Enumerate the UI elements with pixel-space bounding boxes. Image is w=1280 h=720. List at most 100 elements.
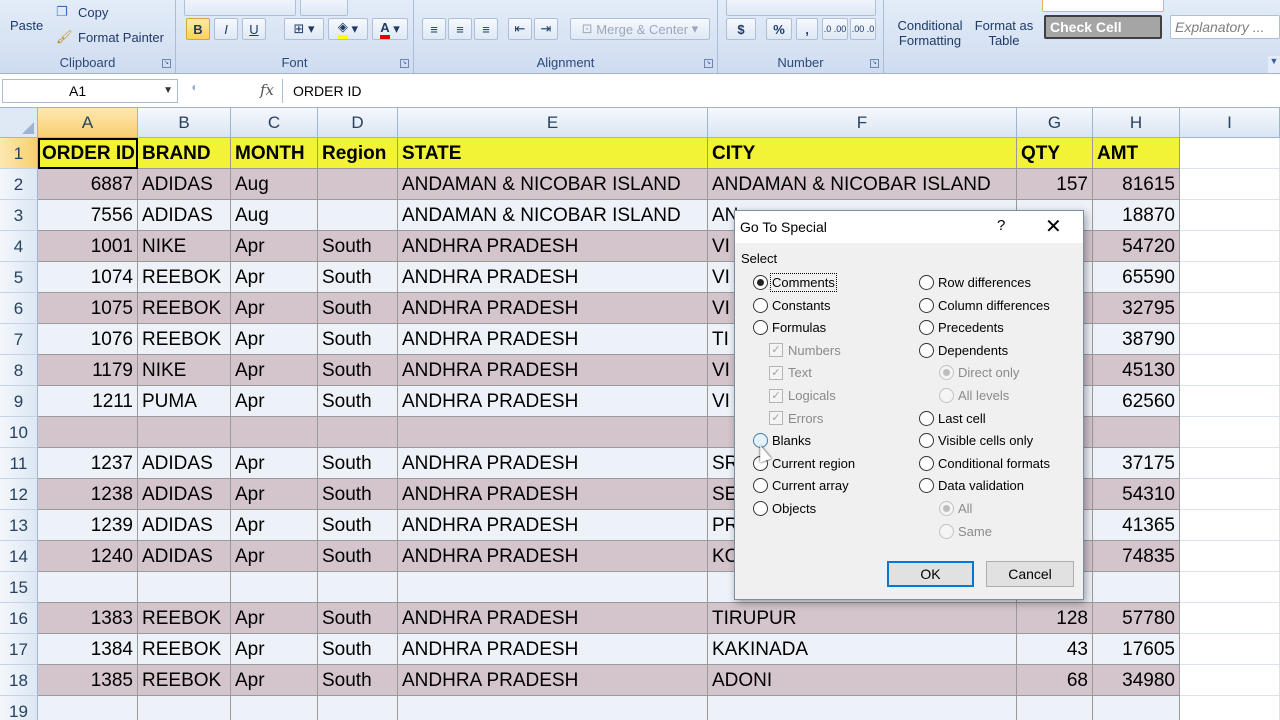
paste-button[interactable]: Paste <box>10 18 43 33</box>
cell-b7[interactable]: REEBOK <box>138 324 231 355</box>
cell-d1[interactable]: Region <box>318 138 398 169</box>
cell-c9[interactable]: Apr <box>231 386 318 417</box>
radio-button-icon[interactable] <box>753 275 768 290</box>
cell-h3[interactable]: 18870 <box>1093 200 1180 231</box>
row-header-11[interactable]: 11 <box>0 448 38 479</box>
cell-d4[interactable]: South <box>318 231 398 262</box>
style-swatch-top[interactable] <box>1042 0 1164 12</box>
cell-b15[interactable] <box>138 572 231 603</box>
cell-c5[interactable]: Apr <box>231 262 318 293</box>
merge-center-button[interactable]: ⊡ Merge & Center ▾ <box>570 18 710 40</box>
row-header-17[interactable]: 17 <box>0 634 38 665</box>
cell-a10[interactable] <box>38 417 138 448</box>
cell-e7[interactable]: ANDHRA PRADESH <box>398 324 708 355</box>
row-header-9[interactable]: 9 <box>0 386 38 417</box>
cell-e3[interactable]: ANDAMAN & NICOBAR ISLAND <box>398 200 708 231</box>
cell-e1[interactable]: STATE <box>398 138 708 169</box>
cell-c8[interactable]: Apr <box>231 355 318 386</box>
cell-a19[interactable] <box>38 696 138 720</box>
font-size-box[interactable] <box>300 0 348 16</box>
radio-button-icon[interactable] <box>919 455 934 471</box>
cell-h19[interactable] <box>1093 696 1180 720</box>
option-row-differences[interactable]: Row differences <box>919 275 1031 290</box>
cell-b3[interactable]: ADIDAS <box>138 200 231 231</box>
cell-e8[interactable]: ANDHRA PRADESH <box>398 355 708 386</box>
row-header-2[interactable]: 2 <box>0 169 38 200</box>
row-header-15[interactable]: 15 <box>0 572 38 603</box>
percent-button[interactable]: % <box>766 18 792 40</box>
radio-button-icon[interactable] <box>919 297 934 313</box>
align-left-icon[interactable]: ≡ <box>422 18 446 40</box>
option-last-cell[interactable]: Last cell <box>919 410 986 426</box>
cell-a6[interactable]: 1075 <box>38 293 138 324</box>
cell-d16[interactable]: South <box>318 603 398 634</box>
cell-c15[interactable] <box>231 572 318 603</box>
cell-i2[interactable] <box>1180 169 1280 200</box>
column-header-g[interactable]: G <box>1017 108 1093 138</box>
cell-g18[interactable]: 68 <box>1017 665 1093 696</box>
radio-button-icon[interactable] <box>919 275 934 290</box>
cell-i9[interactable] <box>1180 386 1280 417</box>
cell-b18[interactable]: REEBOK <box>138 665 231 696</box>
column-header-h[interactable]: H <box>1093 108 1180 138</box>
row-header-16[interactable]: 16 <box>0 603 38 634</box>
cell-i3[interactable] <box>1180 200 1280 231</box>
cell-c4[interactable]: Apr <box>231 231 318 262</box>
row-header-13[interactable]: 13 <box>0 510 38 541</box>
check-cell-style[interactable]: Check Cell <box>1044 15 1162 39</box>
decrease-indent-icon[interactable]: ⇤ <box>508 18 532 40</box>
cell-d10[interactable] <box>318 417 398 448</box>
option-comments[interactable]: Comments <box>753 273 837 292</box>
cell-f2[interactable]: ANDAMAN & NICOBAR ISLAND <box>708 169 1017 200</box>
cell-h7[interactable]: 38790 <box>1093 324 1180 355</box>
radio-button-icon[interactable] <box>919 320 934 336</box>
row-header-7[interactable]: 7 <box>0 324 38 355</box>
cell-h4[interactable]: 54720 <box>1093 231 1180 262</box>
cell-a8[interactable]: 1179 <box>38 355 138 386</box>
cancel-button[interactable]: Cancel <box>986 561 1074 587</box>
row-header-8[interactable]: 8 <box>0 355 38 386</box>
cell-e5[interactable]: ANDHRA PRADESH <box>398 262 708 293</box>
cell-i18[interactable] <box>1180 665 1280 696</box>
cell-g17[interactable]: 43 <box>1017 634 1093 665</box>
cell-b9[interactable]: PUMA <box>138 386 231 417</box>
cell-h2[interactable]: 81615 <box>1093 169 1180 200</box>
italic-button[interactable]: I <box>214 18 238 40</box>
cell-c18[interactable]: Apr <box>231 665 318 696</box>
cell-c14[interactable]: Apr <box>231 541 318 572</box>
radio-button-icon[interactable] <box>919 433 934 449</box>
cell-i6[interactable] <box>1180 293 1280 324</box>
chevron-down-icon[interactable]: ▼ <box>163 80 173 102</box>
cell-d13[interactable]: South <box>318 510 398 541</box>
cell-h6[interactable]: 32795 <box>1093 293 1180 324</box>
currency-button[interactable]: $ <box>726 18 756 40</box>
cell-a4[interactable]: 1001 <box>38 231 138 262</box>
cell-i5[interactable] <box>1180 262 1280 293</box>
cell-f16[interactable]: TIRUPUR <box>708 603 1017 634</box>
cell-d11[interactable]: South <box>318 448 398 479</box>
cell-a17[interactable]: 1384 <box>38 634 138 665</box>
underline-button[interactable]: U <box>242 18 266 40</box>
cell-g2[interactable]: 157 <box>1017 169 1093 200</box>
cell-b10[interactable] <box>138 417 231 448</box>
row-header-5[interactable]: 5 <box>0 262 38 293</box>
cell-i17[interactable] <box>1180 634 1280 665</box>
cell-i15[interactable] <box>1180 572 1280 603</box>
cell-h1[interactable]: AMT <box>1093 138 1180 169</box>
column-header-c[interactable]: C <box>231 108 318 138</box>
cell-i7[interactable] <box>1180 324 1280 355</box>
cell-e12[interactable]: ANDHRA PRADESH <box>398 479 708 510</box>
column-header-e[interactable]: E <box>398 108 708 138</box>
cell-a3[interactable]: 7556 <box>38 200 138 231</box>
format-as-table-button[interactable]: Format as Table <box>972 18 1036 48</box>
column-header-b[interactable]: B <box>138 108 231 138</box>
cell-h17[interactable]: 17605 <box>1093 634 1180 665</box>
cell-e4[interactable]: ANDHRA PRADESH <box>398 231 708 262</box>
cell-i10[interactable] <box>1180 417 1280 448</box>
format-painter-button[interactable]: Format Painter <box>78 30 164 45</box>
decrease-decimal-button[interactable]: .00 .0 <box>850 18 876 40</box>
option-objects[interactable]: Objects <box>753 501 816 516</box>
cell-b8[interactable]: NIKE <box>138 355 231 386</box>
cell-h18[interactable]: 34980 <box>1093 665 1180 696</box>
cell-h12[interactable]: 54310 <box>1093 479 1180 510</box>
